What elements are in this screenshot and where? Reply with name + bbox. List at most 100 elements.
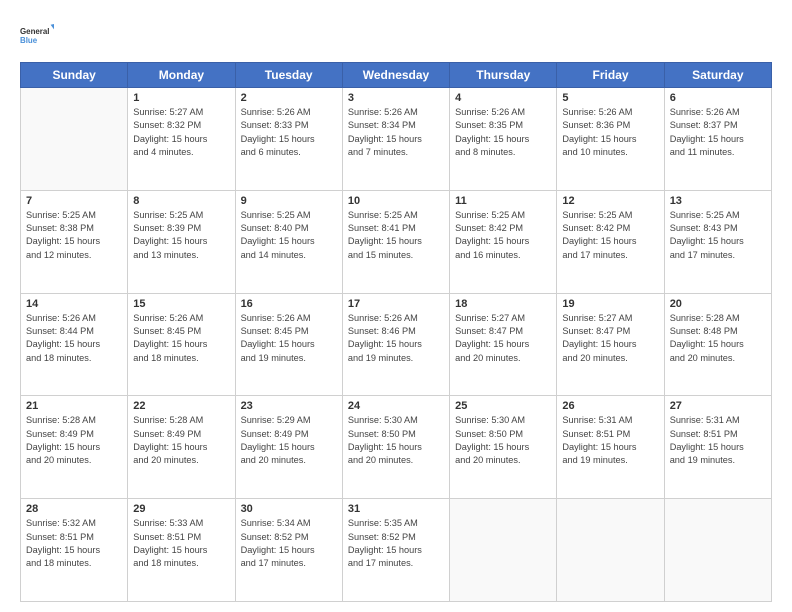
- day-content: Sunrise: 5:30 AMSunset: 8:50 PMDaylight:…: [348, 414, 444, 467]
- day-number: 25: [455, 400, 551, 412]
- calendar-week-row: 7 Sunrise: 5:25 AMSunset: 8:38 PMDaylight…: [21, 190, 772, 293]
- day-content: Sunrise: 5:25 AMSunset: 8:38 PMDaylight:…: [26, 209, 122, 262]
- day-number: 6: [670, 92, 766, 104]
- table-row: 31 Sunrise: 5:35 AMSunset: 8:52 PMDayligh…: [342, 499, 449, 602]
- table-row: 7 Sunrise: 5:25 AMSunset: 8:38 PMDaylight…: [21, 190, 128, 293]
- table-row: 18Sunrise: 5:27 AMSunset: 8:47 PMDayligh…: [450, 293, 557, 396]
- day-content: Sunrise: 5:26 AMSunset: 8:46 PMDaylight:…: [348, 312, 444, 365]
- day-content: Sunrise: 5:32 AMSunset: 8:51 PMDaylight:…: [26, 517, 122, 570]
- day-number: 17: [348, 298, 444, 310]
- day-number: 27: [670, 400, 766, 412]
- table-row: 12Sunrise: 5:25 AMSunset: 8:42 PMDayligh…: [557, 190, 664, 293]
- svg-text:General: General: [20, 27, 50, 36]
- table-row: 10Sunrise: 5:25 AMSunset: 8:41 PMDayligh…: [342, 190, 449, 293]
- table-row: 16 Sunrise: 5:26 AMSunset: 8:45 PMDayligh…: [235, 293, 342, 396]
- calendar-week-row: 21Sunrise: 5:28 AMSunset: 8:49 PMDayligh…: [21, 396, 772, 499]
- day-number: 7: [26, 195, 122, 207]
- day-content: Sunrise: 5:33 AMSunset: 8:51 PMDaylight:…: [133, 517, 229, 570]
- day-number: 3: [348, 92, 444, 104]
- table-row: 2 Sunrise: 5:26 AMSunset: 8:33 PMDaylight…: [235, 88, 342, 191]
- day-content: Sunrise: 5:26 AMSunset: 8:36 PMDaylight:…: [562, 106, 658, 159]
- day-content: Sunrise: 5:28 AMSunset: 8:49 PMDaylight:…: [26, 414, 122, 467]
- day-content: Sunrise: 5:26 AMSunset: 8:33 PMDaylight:…: [241, 106, 337, 159]
- table-row: 19 Sunrise: 5:27 AMSunset: 8:47 PMDayligh…: [557, 293, 664, 396]
- day-content: Sunrise: 5:25 AMSunset: 8:39 PMDaylight:…: [133, 209, 229, 262]
- table-row: 1 Sunrise: 5:27 AMSunset: 8:32 PMDaylight…: [128, 88, 235, 191]
- calendar-week-row: 1 Sunrise: 5:27 AMSunset: 8:32 PMDaylight…: [21, 88, 772, 191]
- day-content: Sunrise: 5:34 AMSunset: 8:52 PMDaylight:…: [241, 517, 337, 570]
- day-content: Sunrise: 5:30 AMSunset: 8:50 PMDaylight:…: [455, 414, 551, 467]
- day-number: 10: [348, 195, 444, 207]
- day-content: Sunrise: 5:25 AMSunset: 8:40 PMDaylight:…: [241, 209, 337, 262]
- table-row: 11 Sunrise: 5:25 AMSunset: 8:42 PMDayligh…: [450, 190, 557, 293]
- page: General Blue Sunday Monday Tuesday Wedne…: [0, 0, 792, 612]
- table-row: [450, 499, 557, 602]
- table-row: 28 Sunrise: 5:32 AMSunset: 8:51 PMDayligh…: [21, 499, 128, 602]
- day-content: Sunrise: 5:25 AMSunset: 8:42 PMDaylight:…: [455, 209, 551, 262]
- day-number: 23: [241, 400, 337, 412]
- table-row: 5 Sunrise: 5:26 AMSunset: 8:36 PMDaylight…: [557, 88, 664, 191]
- day-content: Sunrise: 5:26 AMSunset: 8:34 PMDaylight:…: [348, 106, 444, 159]
- day-number: 29: [133, 503, 229, 515]
- day-content: Sunrise: 5:27 AMSunset: 8:47 PMDaylight:…: [455, 312, 551, 365]
- table-row: 14 Sunrise: 5:26 AMSunset: 8:44 PMDayligh…: [21, 293, 128, 396]
- table-row: 15 Sunrise: 5:26 AMSunset: 8:45 PMDayligh…: [128, 293, 235, 396]
- day-content: Sunrise: 5:35 AMSunset: 8:52 PMDaylight:…: [348, 517, 444, 570]
- table-row: [21, 88, 128, 191]
- svg-text:Blue: Blue: [20, 36, 38, 45]
- table-row: 17 Sunrise: 5:26 AMSunset: 8:46 PMDayligh…: [342, 293, 449, 396]
- day-content: Sunrise: 5:28 AMSunset: 8:49 PMDaylight:…: [133, 414, 229, 467]
- table-row: 3 Sunrise: 5:26 AMSunset: 8:34 PMDaylight…: [342, 88, 449, 191]
- table-row: 22Sunrise: 5:28 AMSunset: 8:49 PMDayligh…: [128, 396, 235, 499]
- day-number: 28: [26, 503, 122, 515]
- table-row: [557, 499, 664, 602]
- calendar-header-row: Sunday Monday Tuesday Wednesday Thursday…: [21, 63, 772, 88]
- table-row: 25 Sunrise: 5:30 AMSunset: 8:50 PMDayligh…: [450, 396, 557, 499]
- logo: General Blue: [20, 18, 54, 52]
- day-number: 14: [26, 298, 122, 310]
- day-content: Sunrise: 5:26 AMSunset: 8:35 PMDaylight:…: [455, 106, 551, 159]
- day-number: 8: [133, 195, 229, 207]
- day-number: 9: [241, 195, 337, 207]
- day-number: 1: [133, 92, 229, 104]
- day-content: Sunrise: 5:29 AMSunset: 8:49 PMDaylight:…: [241, 414, 337, 467]
- day-number: 16: [241, 298, 337, 310]
- col-sunday: Sunday: [21, 63, 128, 88]
- table-row: 4 Sunrise: 5:26 AMSunset: 8:35 PMDaylight…: [450, 88, 557, 191]
- day-content: Sunrise: 5:27 AMSunset: 8:32 PMDaylight:…: [133, 106, 229, 159]
- day-number: 20: [670, 298, 766, 310]
- calendar-table: Sunday Monday Tuesday Wednesday Thursday…: [20, 62, 772, 602]
- day-number: 31: [348, 503, 444, 515]
- table-row: 13Sunrise: 5:25 AMSunset: 8:43 PMDayligh…: [664, 190, 771, 293]
- table-row: 23 Sunrise: 5:29 AMSunset: 8:49 PMDayligh…: [235, 396, 342, 499]
- table-row: 30Sunrise: 5:34 AMSunset: 8:52 PMDayligh…: [235, 499, 342, 602]
- day-number: 19: [562, 298, 658, 310]
- col-tuesday: Tuesday: [235, 63, 342, 88]
- day-content: Sunrise: 5:25 AMSunset: 8:43 PMDaylight:…: [670, 209, 766, 262]
- day-content: Sunrise: 5:27 AMSunset: 8:47 PMDaylight:…: [562, 312, 658, 365]
- day-number: 11: [455, 195, 551, 207]
- day-content: Sunrise: 5:26 AMSunset: 8:45 PMDaylight:…: [241, 312, 337, 365]
- table-row: 24Sunrise: 5:30 AMSunset: 8:50 PMDayligh…: [342, 396, 449, 499]
- day-content: Sunrise: 5:26 AMSunset: 8:44 PMDaylight:…: [26, 312, 122, 365]
- table-row: 29 Sunrise: 5:33 AMSunset: 8:51 PMDayligh…: [128, 499, 235, 602]
- col-monday: Monday: [128, 63, 235, 88]
- day-number: 2: [241, 92, 337, 104]
- day-number: 4: [455, 92, 551, 104]
- table-row: 26Sunrise: 5:31 AMSunset: 8:51 PMDayligh…: [557, 396, 664, 499]
- day-content: Sunrise: 5:31 AMSunset: 8:51 PMDaylight:…: [562, 414, 658, 467]
- calendar-week-row: 14 Sunrise: 5:26 AMSunset: 8:44 PMDayligh…: [21, 293, 772, 396]
- col-saturday: Saturday: [664, 63, 771, 88]
- table-row: 9 Sunrise: 5:25 AMSunset: 8:40 PMDaylight…: [235, 190, 342, 293]
- day-number: 12: [562, 195, 658, 207]
- day-number: 15: [133, 298, 229, 310]
- day-number: 5: [562, 92, 658, 104]
- table-row: 6Sunrise: 5:26 AMSunset: 8:37 PMDaylight…: [664, 88, 771, 191]
- table-row: 8 Sunrise: 5:25 AMSunset: 8:39 PMDaylight…: [128, 190, 235, 293]
- table-row: 20Sunrise: 5:28 AMSunset: 8:48 PMDayligh…: [664, 293, 771, 396]
- col-wednesday: Wednesday: [342, 63, 449, 88]
- day-content: Sunrise: 5:26 AMSunset: 8:45 PMDaylight:…: [133, 312, 229, 365]
- table-row: [664, 499, 771, 602]
- header: General Blue: [20, 18, 772, 52]
- col-friday: Friday: [557, 63, 664, 88]
